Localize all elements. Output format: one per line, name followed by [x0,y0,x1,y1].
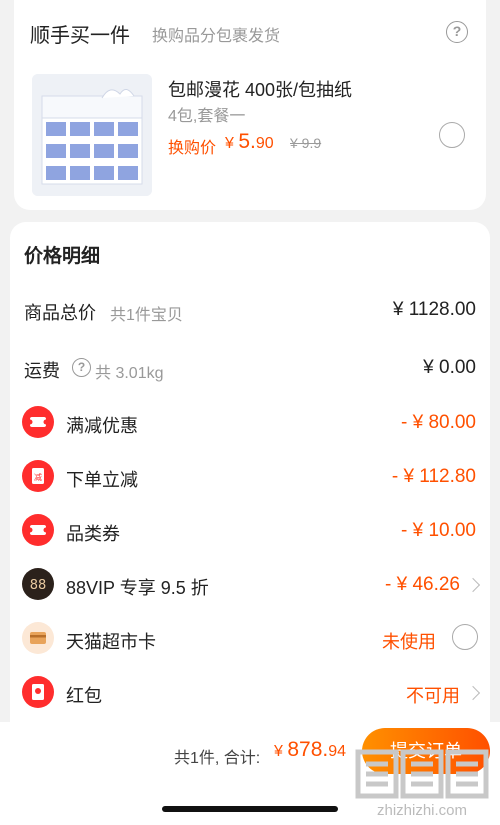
chevron-right-icon[interactable] [465,577,481,593]
addon-card: 顺手买一件 换购品分包裹发货 ? 包邮漫花 400张/包抽纸 4包,套餐一 换购… [14,0,486,210]
watermark-text: zhizhizhi.com [376,802,468,819]
price-label: 换购价 [168,140,217,157]
88vip-icon: 88 [22,568,54,600]
tmall-card-status[interactable]: 未使用 [382,628,436,654]
red-packet-icon [22,676,54,708]
category-coupon-icon [22,514,54,546]
total-summary: 共1件, 合计: [174,750,261,767]
shipping-value: ¥ 0.00 [423,357,476,378]
vip-discount-value[interactable]: - ¥ 46.26 [385,574,460,596]
instant-discount-label: 下单立减 [66,470,138,490]
full-reduction-label: 满减优惠 [66,416,138,436]
instant-discount-icon: 减 [22,460,54,492]
svg-text:88: 88 [30,578,47,593]
product-spec: 4包,套餐一 [168,108,246,125]
total-currency: ¥ [274,743,283,760]
category-coupon-label: 品类券 [66,524,120,544]
goods-count: 共1件宝贝 [110,307,183,324]
product-name[interactable]: 包邮漫花 400张/包抽纸 [168,76,352,102]
section-title: 价格明细 [24,246,101,267]
full-reduction-value: - ¥ 80.00 [401,412,476,433]
total-int: 878. [287,738,329,761]
instant-discount-value: - ¥ 112.80 [391,466,476,487]
tmall-card-icon [22,622,54,654]
vip-discount-label[interactable]: 88VIP 专享 9.5 折 [66,574,209,600]
tmall-card-label: 天猫超市卡 [66,632,156,652]
total-dec: 94 [328,743,347,760]
tissue-pack-image [32,74,152,196]
help-icon[interactable]: ? [446,21,468,43]
coupon-ticket-icon [22,406,54,438]
goods-total-value: ¥ 1128.00 [392,299,476,320]
price-currency: ¥ [225,135,234,152]
red-packet-status[interactable]: 不可用 [406,682,460,708]
product-price: ¥ 5.90 [225,130,274,154]
shipping-help-icon[interactable]: ? [72,358,91,377]
shipping-weight: 共 3.01kg [95,365,164,382]
product-thumbnail[interactable] [32,74,152,196]
red-packet-label: 红包 [66,686,102,706]
chevron-right-icon[interactable] [465,685,481,701]
tmall-card-radio[interactable] [452,624,478,650]
select-product-radio[interactable] [439,122,465,148]
price-dec: 90 [255,135,274,152]
checkout-bar: 共1件, 合计: ¥ 878.94 提交订单 zhizhizhi.com [0,722,500,825]
addon-title: 顺手买一件 [30,25,130,47]
original-price: ¥ 9.9 [290,135,322,151]
shipping-label: 运费 [24,361,60,381]
addon-subtitle: 换购品分包裹发货 [152,28,281,45]
price-int: 5. [238,130,256,153]
price-breakdown-card: 价格明细 商品总价 共1件宝贝 ¥ 1128.00 运费 ? 共 3.01kg … [10,222,490,722]
svg-text:减: 减 [34,472,42,482]
category-coupon-value: - ¥ 10.00 [401,520,476,541]
watermark-logo: zhizhizhi.com [352,744,492,822]
goods-total-label: 商品总价 [24,303,96,323]
home-indicator[interactable] [162,806,338,812]
total-amount: ¥ 878.94 [274,738,346,762]
